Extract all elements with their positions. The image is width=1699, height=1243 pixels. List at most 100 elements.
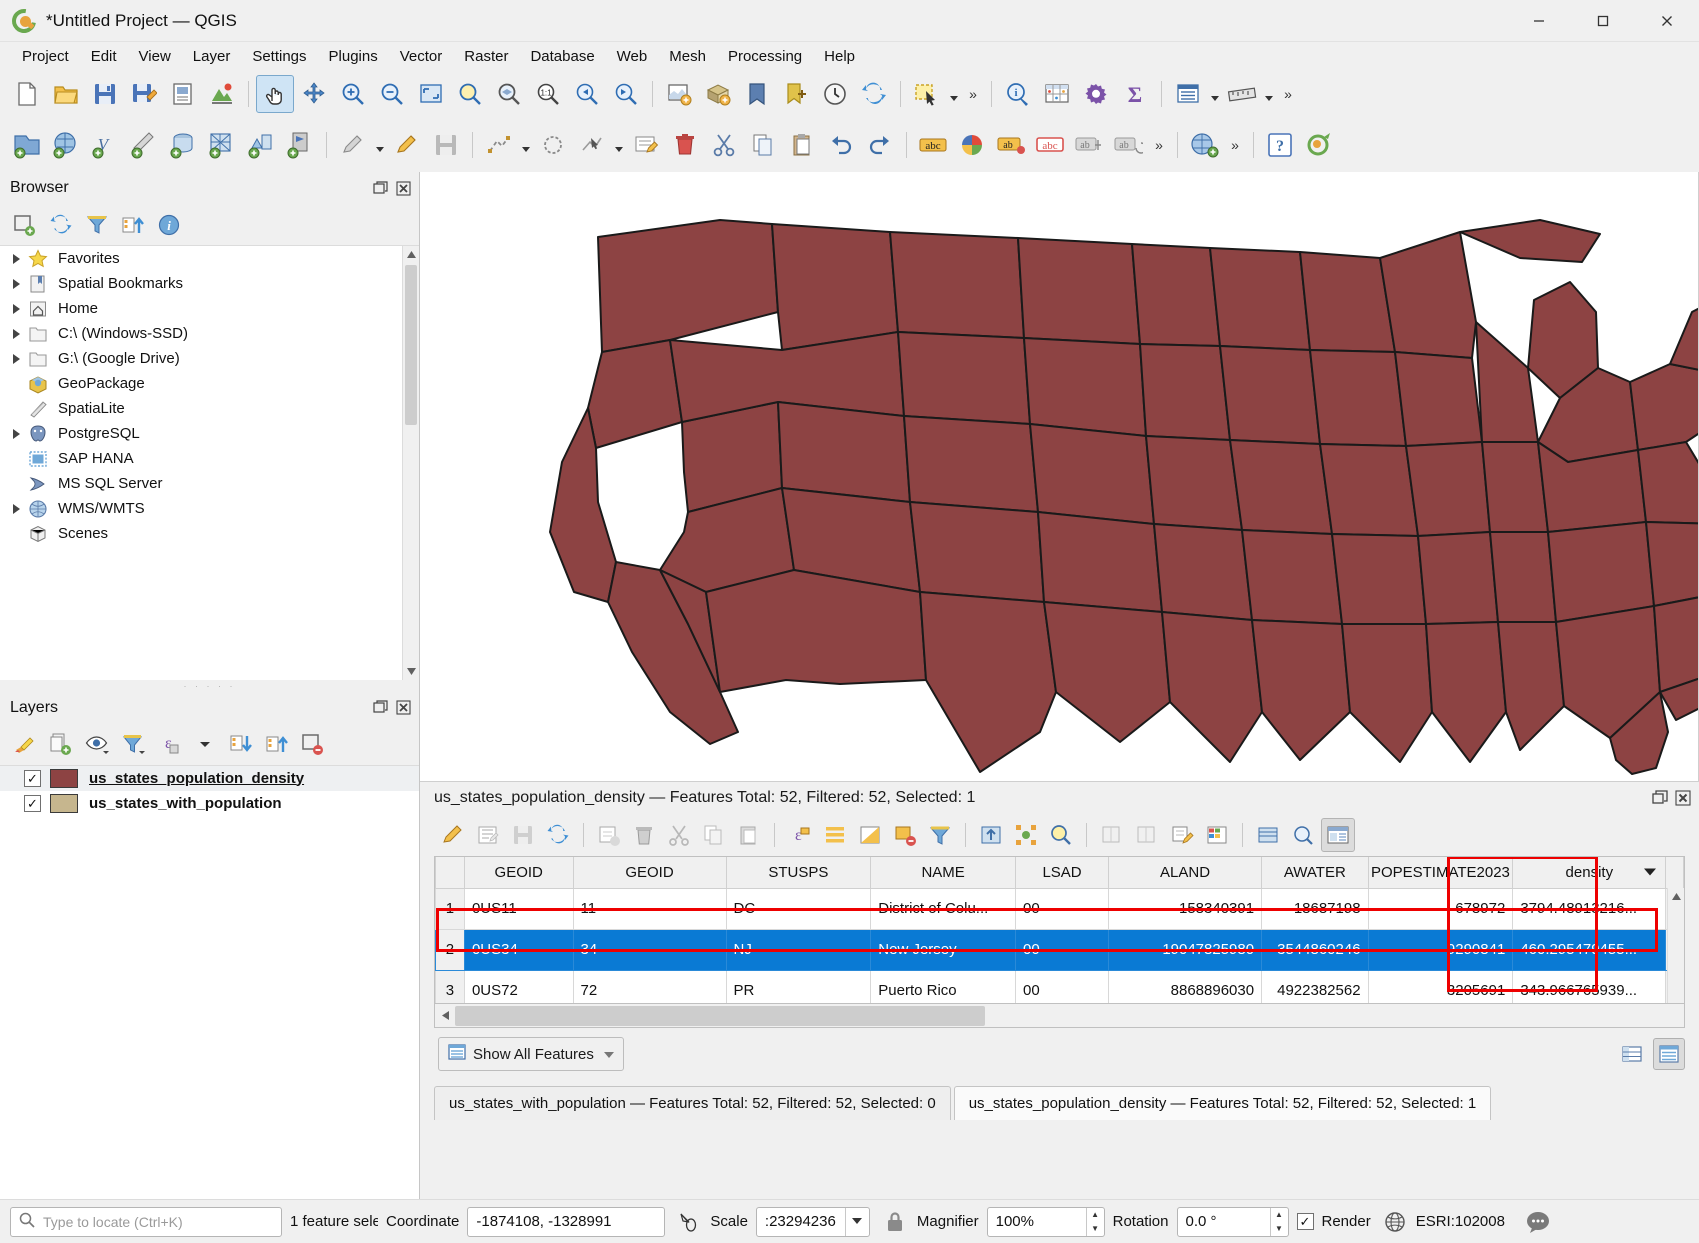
save-project-as-icon[interactable] — [125, 75, 163, 113]
highlight-labels-icon[interactable]: abc — [1031, 126, 1069, 164]
plugin-manager-icon[interactable] — [1185, 126, 1223, 164]
add-line-feature-icon[interactable] — [480, 126, 518, 164]
collapse-all-icon[interactable] — [118, 210, 148, 240]
remove-layer-icon[interactable] — [298, 729, 328, 759]
browser-item-spatial-bookmarks[interactable]: Spatial Bookmarks — [0, 271, 419, 296]
menu-plugins[interactable]: Plugins — [319, 45, 388, 68]
browser-item-favorites[interactable]: Favorites — [0, 246, 419, 271]
close-panel-icon[interactable] — [1673, 788, 1693, 808]
rotate-label-icon[interactable]: ab — [1109, 126, 1147, 164]
cell-density[interactable]: 460.295479455... — [1513, 929, 1666, 970]
copy-features-icon[interactable] — [697, 818, 731, 852]
pin-labels-icon[interactable]: ab — [992, 126, 1030, 164]
chevron-down-icon[interactable] — [604, 1046, 614, 1063]
filter-browser-icon[interactable] — [82, 210, 112, 240]
expand-icon[interactable] — [6, 324, 26, 344]
help-icon[interactable]: ? — [1261, 126, 1299, 164]
open-layer-styling-icon[interactable] — [10, 729, 40, 759]
zoom-native-icon[interactable]: 1:1 — [529, 75, 567, 113]
browser-item-wms[interactable]: WMS/WMTS — [0, 496, 419, 521]
menu-project[interactable]: Project — [12, 45, 79, 68]
vertex-tool-icon[interactable] — [573, 126, 611, 164]
save-layer-edits-icon[interactable] — [427, 126, 465, 164]
browser-item-home[interactable]: Home — [0, 296, 419, 321]
refresh-icon[interactable] — [46, 210, 76, 240]
cell-pop2023[interactable]: 3205691 — [1368, 970, 1513, 1004]
layer-item-us-states-population-density[interactable]: ✓ us_states_population_density — [0, 766, 419, 791]
style-manager-icon[interactable] — [203, 75, 241, 113]
sort-descending-icon[interactable] — [1644, 869, 1656, 876]
show-layout-manager-icon[interactable] — [1169, 75, 1207, 113]
cell-lsad[interactable]: 00 — [1016, 929, 1109, 970]
table-row[interactable]: 1 0US11 11 DC District of Colu... 00 158… — [436, 888, 1684, 929]
panel-splitter[interactable]: · · · · · — [0, 680, 419, 692]
identify-features-icon[interactable]: i — [999, 75, 1037, 113]
cell-pop2023[interactable]: 678972 — [1368, 888, 1513, 929]
scroll-left-arrow[interactable] — [435, 1005, 455, 1027]
show-all-features-button[interactable]: Show All Features — [438, 1037, 624, 1071]
new-print-layout-icon[interactable] — [164, 75, 202, 113]
delete-field-icon[interactable] — [1130, 818, 1164, 852]
layers-list[interactable]: ✓ us_states_population_density ✓ us_stat… — [0, 766, 419, 1200]
measure-dropdown[interactable] — [1262, 75, 1276, 113]
organize-columns-icon[interactable] — [1251, 818, 1285, 852]
cell-aland[interactable]: 8868896030 — [1109, 970, 1262, 1004]
cell-stusps[interactable]: PR — [726, 970, 871, 1004]
expand-icon[interactable] — [6, 349, 26, 369]
float-panel-icon[interactable] — [1650, 788, 1670, 808]
lock-scale-icon[interactable] — [881, 1208, 909, 1236]
copy-features-icon[interactable] — [744, 126, 782, 164]
new-field-icon[interactable] — [1095, 818, 1129, 852]
menu-edit[interactable]: Edit — [81, 45, 127, 68]
diagram-icon[interactable] — [953, 126, 991, 164]
crs-globe-icon[interactable] — [1382, 1209, 1408, 1235]
form-view-icon[interactable] — [1321, 818, 1355, 852]
add-vector-layer-icon[interactable] — [8, 126, 46, 164]
properties-icon[interactable]: i — [154, 210, 184, 240]
menu-settings[interactable]: Settings — [242, 45, 316, 68]
open-project-icon[interactable] — [47, 75, 85, 113]
layout-manager-dropdown[interactable] — [1208, 75, 1222, 113]
close-panel-icon[interactable] — [393, 698, 413, 718]
options-icon[interactable] — [1077, 75, 1115, 113]
vertex-tool-dropdown[interactable] — [612, 126, 626, 164]
render-checkbox[interactable]: ✓ — [1297, 1213, 1314, 1230]
browser-item-sap-hana[interactable]: SAP HANA — [0, 446, 419, 471]
add-wms-layer-icon[interactable] — [242, 126, 280, 164]
toggle-editing-icon[interactable] — [388, 126, 426, 164]
cell-aland[interactable]: 158340391 — [1109, 888, 1262, 929]
column-header-density[interactable]: density — [1513, 857, 1666, 888]
cell-geoid[interactable]: 72 — [573, 970, 726, 1004]
scroll-up-arrow[interactable] — [1668, 888, 1684, 905]
browser-tree[interactable]: Favorites Spatial Bookmarks Home — [0, 246, 419, 680]
new-3d-map-view-icon[interactable] — [699, 75, 737, 113]
column-header-geoid-long[interactable]: GEOID — [464, 857, 573, 888]
tab-us-states-with-population[interactable]: us_states_with_population — Features Tot… — [434, 1086, 951, 1120]
browser-item-postgresql[interactable]: PostgreSQL — [0, 421, 419, 446]
zoom-next-icon[interactable] — [607, 75, 645, 113]
add-feature-icon[interactable] — [592, 818, 626, 852]
add-raster-layer-icon[interactable] — [47, 126, 85, 164]
toolbar-overflow-3[interactable]: » — [1148, 126, 1170, 164]
table-row[interactable]: 2 0US34 34 NJ New Jersey 00 19047825980 … — [436, 929, 1684, 970]
scroll-down-arrow[interactable] — [403, 663, 419, 680]
cell-geoid[interactable]: 11 — [573, 888, 726, 929]
menu-web[interactable]: Web — [607, 45, 658, 68]
show-bookmarks-icon[interactable] — [738, 75, 776, 113]
zoom-to-layer-icon[interactable] — [490, 75, 528, 113]
add-postgis-icon[interactable] — [164, 126, 202, 164]
hscrollbar-thumb[interactable] — [455, 1006, 985, 1026]
rotation-spinbox[interactable]: 0.0 ° ▲▼ — [1177, 1207, 1289, 1237]
browser-item-g-drive[interactable]: G:\ (Google Drive) — [0, 346, 419, 371]
browser-item-mssql[interactable]: MS SQL Server — [0, 471, 419, 496]
add-group-icon[interactable] — [46, 729, 76, 759]
layer-filter-dropdown[interactable] — [190, 729, 220, 759]
reload-table-icon[interactable] — [506, 818, 540, 852]
select-features-dropdown[interactable] — [947, 75, 961, 113]
open-attribute-table-icon[interactable] — [1038, 75, 1076, 113]
map-canvas[interactable] — [420, 172, 1699, 782]
new-project-icon[interactable] — [8, 75, 46, 113]
current-edits-icon[interactable] — [334, 126, 372, 164]
toolbar-overflow-1[interactable]: » — [962, 75, 984, 113]
modify-attributes-icon[interactable] — [627, 126, 665, 164]
